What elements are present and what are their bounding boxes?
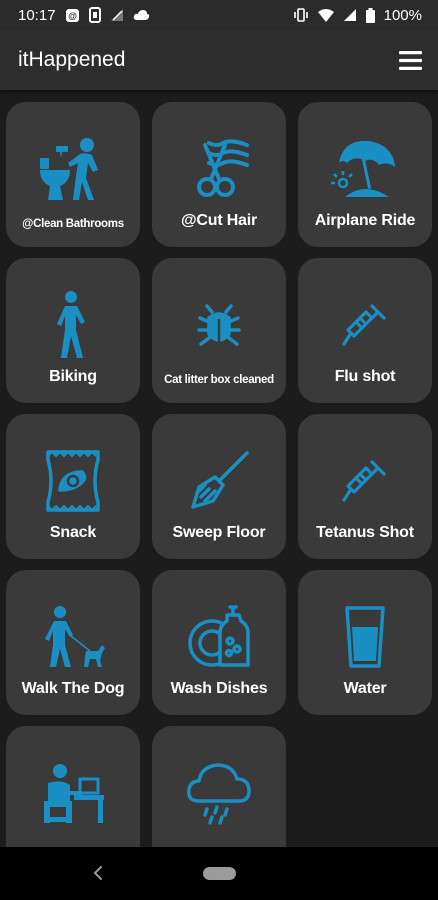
beach-umbrella-icon [298,124,432,214]
tile-cat-litter-box-cleaned[interactable]: Cat litter box cleaned [152,258,286,403]
back-chevron-icon[interactable] [89,863,109,883]
tile-flu-shot[interactable]: Flu shot [298,258,432,403]
notification-icon: @ [65,8,79,22]
home-pill-button[interactable] [203,867,236,880]
dish-soap-icon [152,592,286,682]
tile-label: Walk The Dog [21,680,125,697]
syringe-icon [298,436,432,526]
vibrate-icon [293,8,308,22]
tile-wash-dishes[interactable]: Wash Dishes [152,570,286,715]
tile-label: Tetanus Shot [316,524,414,541]
activity-grid: @Clean Bathrooms @Cut Hair Airplane Ride… [6,102,434,871]
clean-bathroom-icon [6,124,140,214]
tile-label: Airplane Ride [314,212,416,229]
tile-water[interactable]: Water [298,570,432,715]
tile-label: @Cut Hair [180,212,258,229]
dog-walking-icon [6,592,140,682]
status-bar: 10:17 @ 100% [0,0,438,30]
water-glass-icon [298,592,432,682]
cell-signal-icon [343,9,356,21]
navigation-bar [0,847,438,900]
tile-walk-the-dog[interactable]: Walk The Dog [6,570,140,715]
status-time: 10:17 [18,6,56,24]
app-bar: itHappened [0,30,438,90]
tile-airplane-ride[interactable]: Airplane Ride [298,102,432,247]
walking-person-icon [6,280,140,370]
bug-icon [152,280,286,370]
battery-icon [365,7,375,23]
svg-text:@: @ [68,11,77,21]
tile-cut-hair[interactable]: @Cut Hair [152,102,286,247]
tile-tetanus-shot[interactable]: Tetanus Shot [298,414,432,559]
menu-button[interactable] [396,46,424,74]
tile-label: Wash Dishes [170,680,268,697]
cloud-icon [133,10,149,20]
tile-label: @Clean Bathrooms [22,218,124,230]
chips-bag-icon [6,436,140,526]
app-title: itHappened [18,48,126,71]
tile-sweep-floor[interactable]: Sweep Floor [152,414,286,559]
person-at-desk-icon [6,748,140,838]
tile-label: Sweep Floor [172,524,266,541]
hamburger-menu-icon [398,50,422,70]
tile-label: Flu shot [334,368,396,385]
tile-label: Biking [49,368,97,385]
wifi-icon [317,8,334,22]
battery-percent: 100% [383,6,422,24]
sim-card-icon [88,7,101,23]
syringe-icon [298,280,432,370]
tile-clean-bathrooms[interactable]: @Clean Bathrooms [6,102,140,247]
tile-snack[interactable]: Snack [6,414,140,559]
rain-cloud-icon [152,748,286,838]
tile-label: Snack [49,524,97,541]
broom-icon [152,436,286,526]
tile-label: Water [343,680,387,697]
tile-label: Cat litter box cleaned [164,374,274,386]
tile-biking[interactable]: Biking [6,258,140,403]
haircut-scissors-icon [152,124,286,214]
no-signal-icon [110,9,123,21]
